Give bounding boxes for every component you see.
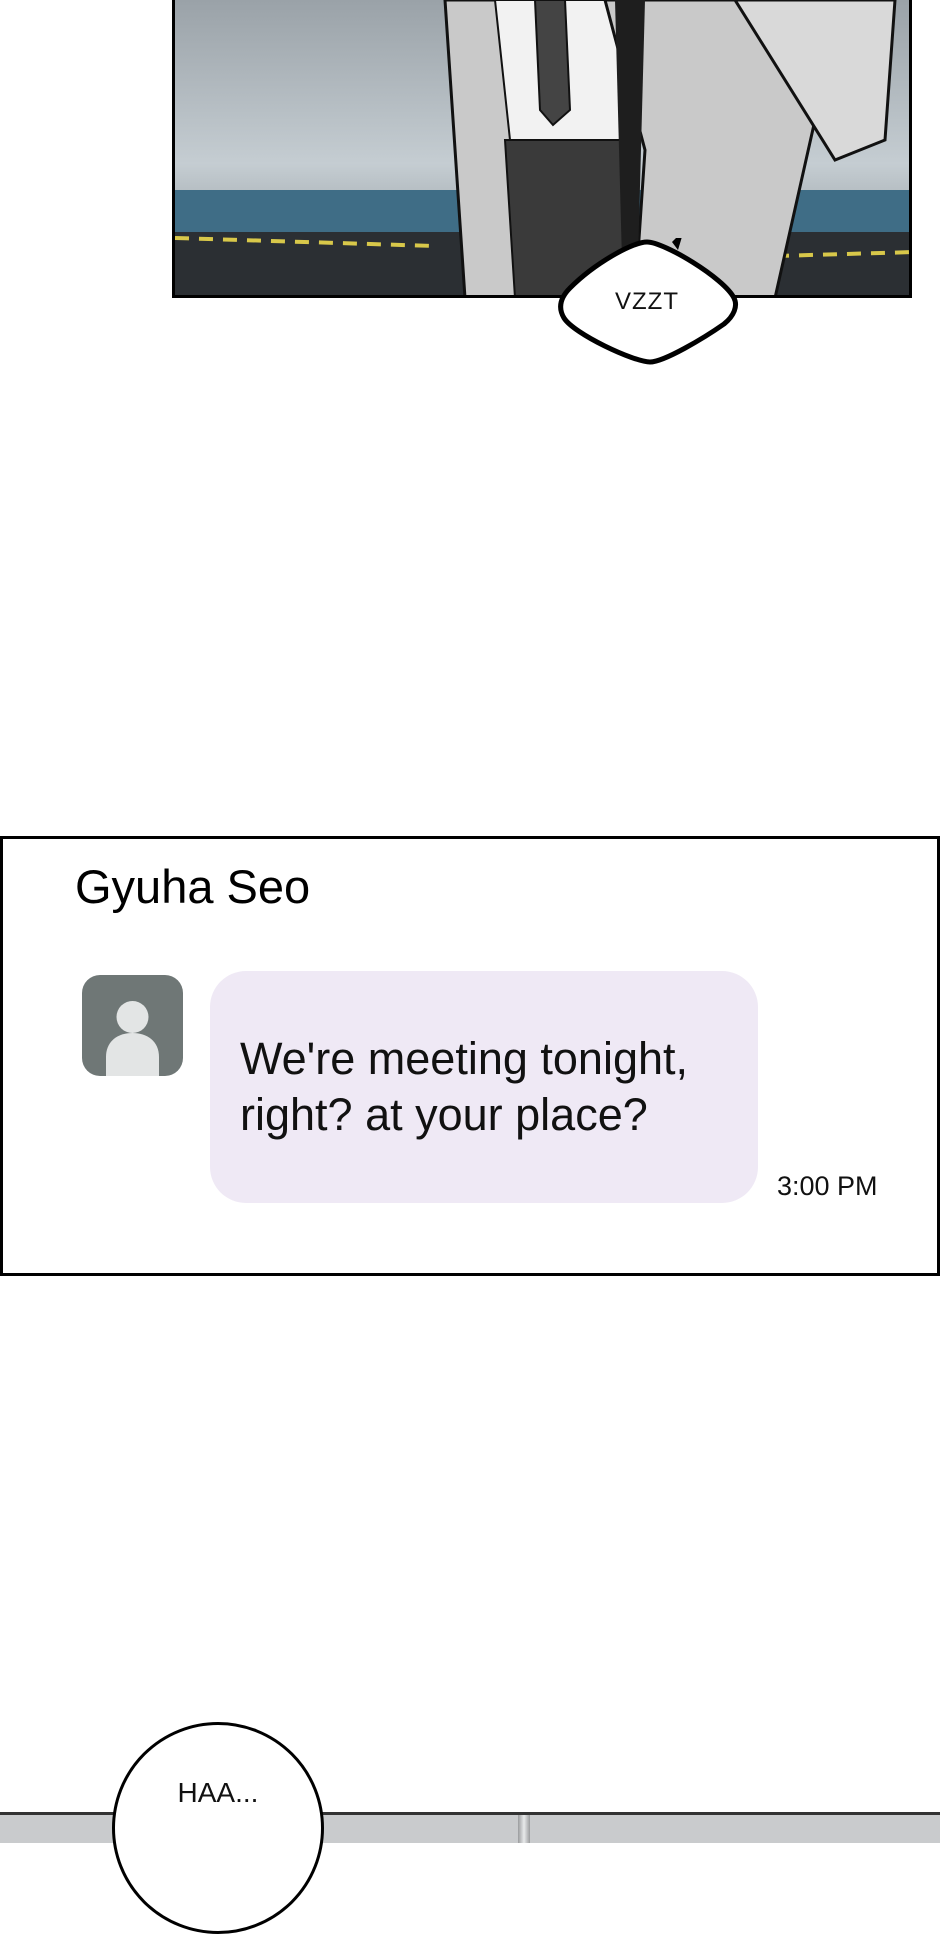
message-notification-card: Gyuha Seo We're meeting tonight, right? … — [0, 836, 940, 1276]
message-timestamp: 3:00 PM — [777, 1171, 878, 1201]
person-silhouette-icon — [106, 1001, 159, 1076]
contact-name: Gyuha Seo — [75, 860, 311, 913]
sfx-bubble: VZZT — [554, 238, 740, 366]
speech-bubble: HAA... — [112, 1722, 324, 1934]
message-bubble: We're meeting tonight, right? at your pl… — [210, 971, 758, 1203]
speech-text: HAA... — [177, 1777, 259, 1808]
panel-streak — [518, 1815, 530, 1843]
message-text: We're meeting tonight, right? at your pl… — [240, 1033, 689, 1140]
sfx-text: VZZT — [615, 288, 679, 315]
comic-illustration — [175, 0, 909, 295]
avatar — [82, 975, 183, 1076]
comic-panel-top — [172, 0, 912, 298]
